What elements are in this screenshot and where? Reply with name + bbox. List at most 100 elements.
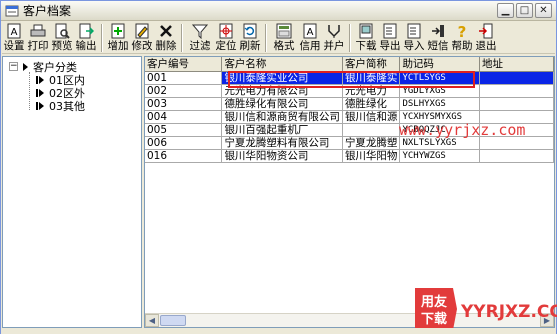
table-row[interactable]: 002 元光电力有限公司 元光电力 YGDLYXGS [145, 84, 554, 98]
watermark-logo: 用友 下载 YYRJXZ.COM [415, 288, 557, 330]
cell-code[interactable]: 003 [145, 97, 223, 111]
tree-item-03[interactable]: 03其他 [36, 98, 85, 114]
cell-mnemonic[interactable]: DSLHYXGS [399, 97, 480, 111]
table-row[interactable]: 016 银川华阳物资公司 银川华阳物 YCHYWZGS [145, 149, 554, 163]
watermark-logo-bottom: 下载 [421, 311, 447, 327]
cell-short[interactable] [342, 123, 401, 137]
cell-short[interactable]: 银川泰隆实 [342, 71, 401, 85]
toolbar-button-download[interactable]: 下载 [354, 22, 378, 53]
toolbar-button-merge[interactable]: 并户 [322, 22, 346, 53]
add-icon [111, 23, 125, 39]
watermark-url: www.yyrjxz.com [399, 121, 526, 139]
folder-open-icon [23, 63, 28, 71]
cell-name[interactable]: 宁夏龙腾塑料有限公司 [221, 136, 343, 150]
restore-button[interactable]: □ [516, 3, 533, 18]
toolbar-separator [181, 24, 183, 52]
toolbar-button-refresh[interactable]: 刷新 [238, 22, 262, 53]
toolbar-button-edit[interactable]: 修改 [130, 22, 154, 53]
empty-cell [400, 253, 480, 266]
toolbar-button-add[interactable]: 增加 [106, 22, 130, 53]
toolbar-button-export-out[interactable]: 导出 [378, 22, 402, 53]
cell-name[interactable]: 银川泰隆实业公司 [221, 71, 343, 85]
toolbar-button-format[interactable]: 格式 [270, 22, 298, 53]
toolbar-button-locate[interactable]: 定位 [214, 22, 238, 53]
window-title: 客户档案 [23, 4, 72, 18]
cell-address[interactable] [479, 149, 554, 163]
empty-cell [145, 201, 222, 214]
toolbar-button-filter[interactable]: 过滤 [186, 22, 214, 53]
cell-short[interactable]: 德胜绿化 [342, 97, 401, 111]
toolbar-button-export[interactable]: 输出 [74, 22, 98, 53]
empty-cell [222, 240, 343, 253]
cell-name[interactable]: 银川信和源商贸有限公司 [221, 110, 343, 124]
table-row[interactable]: 003 德胜绿化有限公司 德胜绿化 DSLHYXGS [145, 97, 554, 111]
toolbar-button-help[interactable]: ? 帮助 [450, 22, 474, 53]
table-row[interactable]: 001 银川泰隆实业公司 银川泰隆实 YCTLSYGS [145, 71, 554, 85]
title-bar[interactable]: 客户档案 ▁ □ ✕ [1, 1, 556, 21]
toolbar-button-import[interactable]: 导入 [402, 22, 426, 53]
scroll-left-button[interactable]: ◀ [145, 314, 159, 327]
close-button[interactable]: ✕ [535, 3, 552, 18]
empty-cell [222, 292, 343, 305]
cell-mnemonic[interactable]: YGDLYXGS [399, 84, 480, 98]
toolbar-button-settings[interactable]: A 设置 [2, 22, 26, 53]
toolbar-button-credit[interactable]: A 信用 [298, 22, 322, 53]
cell-short[interactable]: 元光电力 [342, 84, 401, 98]
empty-cell [479, 253, 553, 266]
status-strip [1, 328, 556, 334]
minimize-button[interactable]: ▁ [497, 3, 514, 18]
toolbar-button-label: 设置 [3, 40, 25, 52]
cell-code[interactable]: 002 [145, 84, 223, 98]
cell-mnemonic[interactable]: YCTLSYGS [399, 71, 480, 85]
empty-cell [342, 292, 400, 305]
customer-table: 客户编号 客户名称 客户简称 助记码 地址 001 银川泰隆实业公司 银川泰隆实 YC… [145, 57, 554, 318]
toolbar-button-exit[interactable]: 退出 [474, 22, 498, 53]
tree-collapse-toggle[interactable]: − [9, 62, 18, 71]
toolbar-button-delete[interactable]: 删除 [154, 22, 178, 53]
toolbar-button-preview[interactable]: 预览 [50, 22, 74, 53]
cell-name[interactable]: 德胜绿化有限公司 [221, 97, 343, 111]
cell-name[interactable]: 银川华阳物资公司 [221, 149, 343, 163]
toolbar-button-label: 退出 [475, 40, 497, 52]
exit-icon [479, 23, 493, 39]
cell-code[interactable]: 016 [145, 149, 223, 163]
cell-name[interactable]: 元光电力有限公司 [221, 84, 343, 98]
leaf-arrow-icon [39, 102, 44, 110]
cell-address[interactable] [479, 71, 554, 85]
empty-cell [400, 175, 480, 188]
scroll-thumb[interactable] [160, 315, 186, 326]
empty-cell [342, 214, 400, 227]
cell-address[interactable] [479, 97, 554, 111]
empty-cell [145, 240, 222, 253]
empty-row [145, 227, 554, 240]
column-header-name[interactable]: 客户名称 [221, 57, 343, 72]
tree-item-label: 03其他 [49, 100, 85, 113]
edit-icon [135, 23, 149, 39]
toolbar-button-label: 删除 [155, 40, 177, 52]
app-icon [5, 5, 19, 16]
settings-icon: A [7, 23, 21, 39]
toolbar-button-label: 下载 [355, 40, 377, 52]
cell-short[interactable]: 宁夏龙腾塑 [342, 136, 401, 150]
column-header-mnemonic[interactable]: 助记码 [399, 57, 480, 72]
column-header-short[interactable]: 客户简称 [342, 57, 401, 72]
empty-cell [145, 188, 222, 201]
column-header-address[interactable]: 地址 [479, 57, 554, 72]
cell-code[interactable]: 006 [145, 136, 223, 150]
toolbar-button-sms[interactable]: 短信 [426, 22, 450, 53]
toolbar-button-printer[interactable]: 打印 [26, 22, 50, 53]
restore-icon: □ [519, 4, 530, 16]
export-out-icon [383, 23, 397, 39]
cell-code[interactable]: 004 [145, 110, 223, 124]
cell-code[interactable]: 001 [145, 71, 223, 85]
cell-short[interactable]: 银川华阳物 [342, 149, 401, 163]
empty-cell [479, 227, 553, 240]
cell-address[interactable] [479, 84, 554, 98]
empty-row [145, 240, 554, 253]
cell-code[interactable]: 005 [145, 123, 223, 137]
cell-mnemonic[interactable]: YCHYWZGS [399, 149, 480, 163]
cell-short[interactable]: 银川信和源 [342, 110, 401, 124]
cell-name[interactable]: 银川百强起重机厂 [221, 123, 343, 137]
column-header-code[interactable]: 客户编号 [145, 57, 223, 72]
empty-cell [479, 201, 553, 214]
